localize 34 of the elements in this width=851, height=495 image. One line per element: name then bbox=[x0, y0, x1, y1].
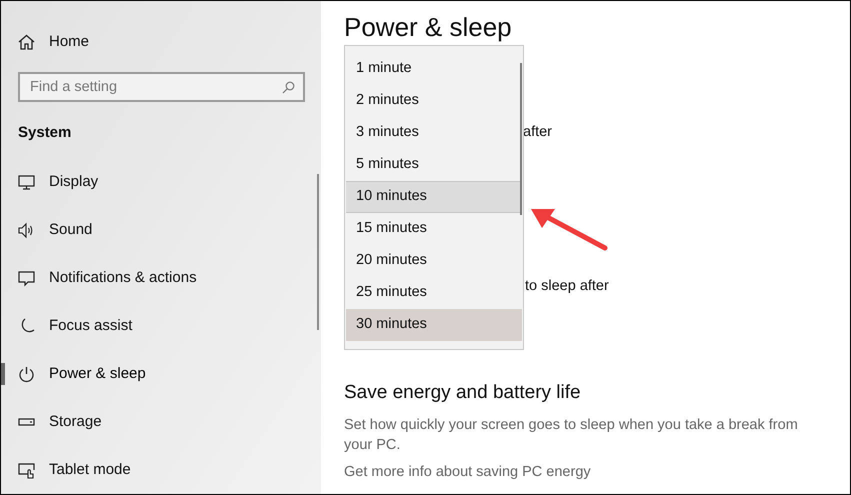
section-heading: Save energy and battery life bbox=[344, 381, 582, 405]
speech-bubble-icon bbox=[18, 270, 35, 286]
tablet-icon bbox=[18, 462, 35, 478]
dropdown-option[interactable]: 5 minutes bbox=[346, 149, 522, 181]
dropdown-option[interactable]: 10 minutes bbox=[346, 181, 522, 213]
page-title: Power & sleep bbox=[344, 11, 512, 43]
description-text: Set how quickly your screen goes to sleep when you take a break from your PC. bbox=[344, 416, 799, 454]
dropdown-option[interactable]: 30 minutes bbox=[346, 309, 522, 341]
nav-item[interactable]: Sound bbox=[18, 218, 92, 242]
dropdown-option[interactable]: 15 minutes bbox=[346, 213, 522, 245]
nav-item[interactable]: Power & sleep bbox=[18, 362, 146, 386]
search-icon[interactable] bbox=[282, 81, 295, 94]
info-link[interactable]: Get more info about saving PC energy bbox=[344, 462, 591, 484]
home-icon bbox=[18, 34, 35, 50]
dropdown-option[interactable]: 25 minutes bbox=[346, 277, 522, 309]
search-field[interactable]: Find a setting bbox=[18, 72, 305, 102]
speaker-icon bbox=[18, 222, 35, 238]
section-heading: System bbox=[18, 122, 72, 142]
nav-item[interactable]: Storage bbox=[18, 410, 102, 434]
scrollbar[interactable] bbox=[317, 174, 319, 330]
setting-label: to sleep after bbox=[525, 277, 609, 296]
dropdown-option[interactable]: 1 minute bbox=[346, 53, 522, 85]
monitor-icon bbox=[18, 174, 35, 190]
nav-item[interactable]: Focus assist bbox=[18, 314, 132, 338]
nav-item[interactable]: Notifications & actions bbox=[18, 266, 197, 290]
power-icon bbox=[18, 366, 35, 382]
dropdown-option[interactable]: 20 minutes bbox=[346, 245, 522, 277]
dropdown-option[interactable]: 2 minutes bbox=[346, 85, 522, 117]
scrollbar[interactable] bbox=[520, 63, 522, 215]
dropdown-option[interactable]: 3 minutes bbox=[346, 117, 522, 149]
home-link[interactable]: Home bbox=[49, 30, 90, 54]
setting-label: after bbox=[523, 123, 552, 142]
nav-item[interactable]: Tablet mode bbox=[18, 458, 131, 482]
nav-item[interactable]: Display bbox=[18, 170, 98, 194]
